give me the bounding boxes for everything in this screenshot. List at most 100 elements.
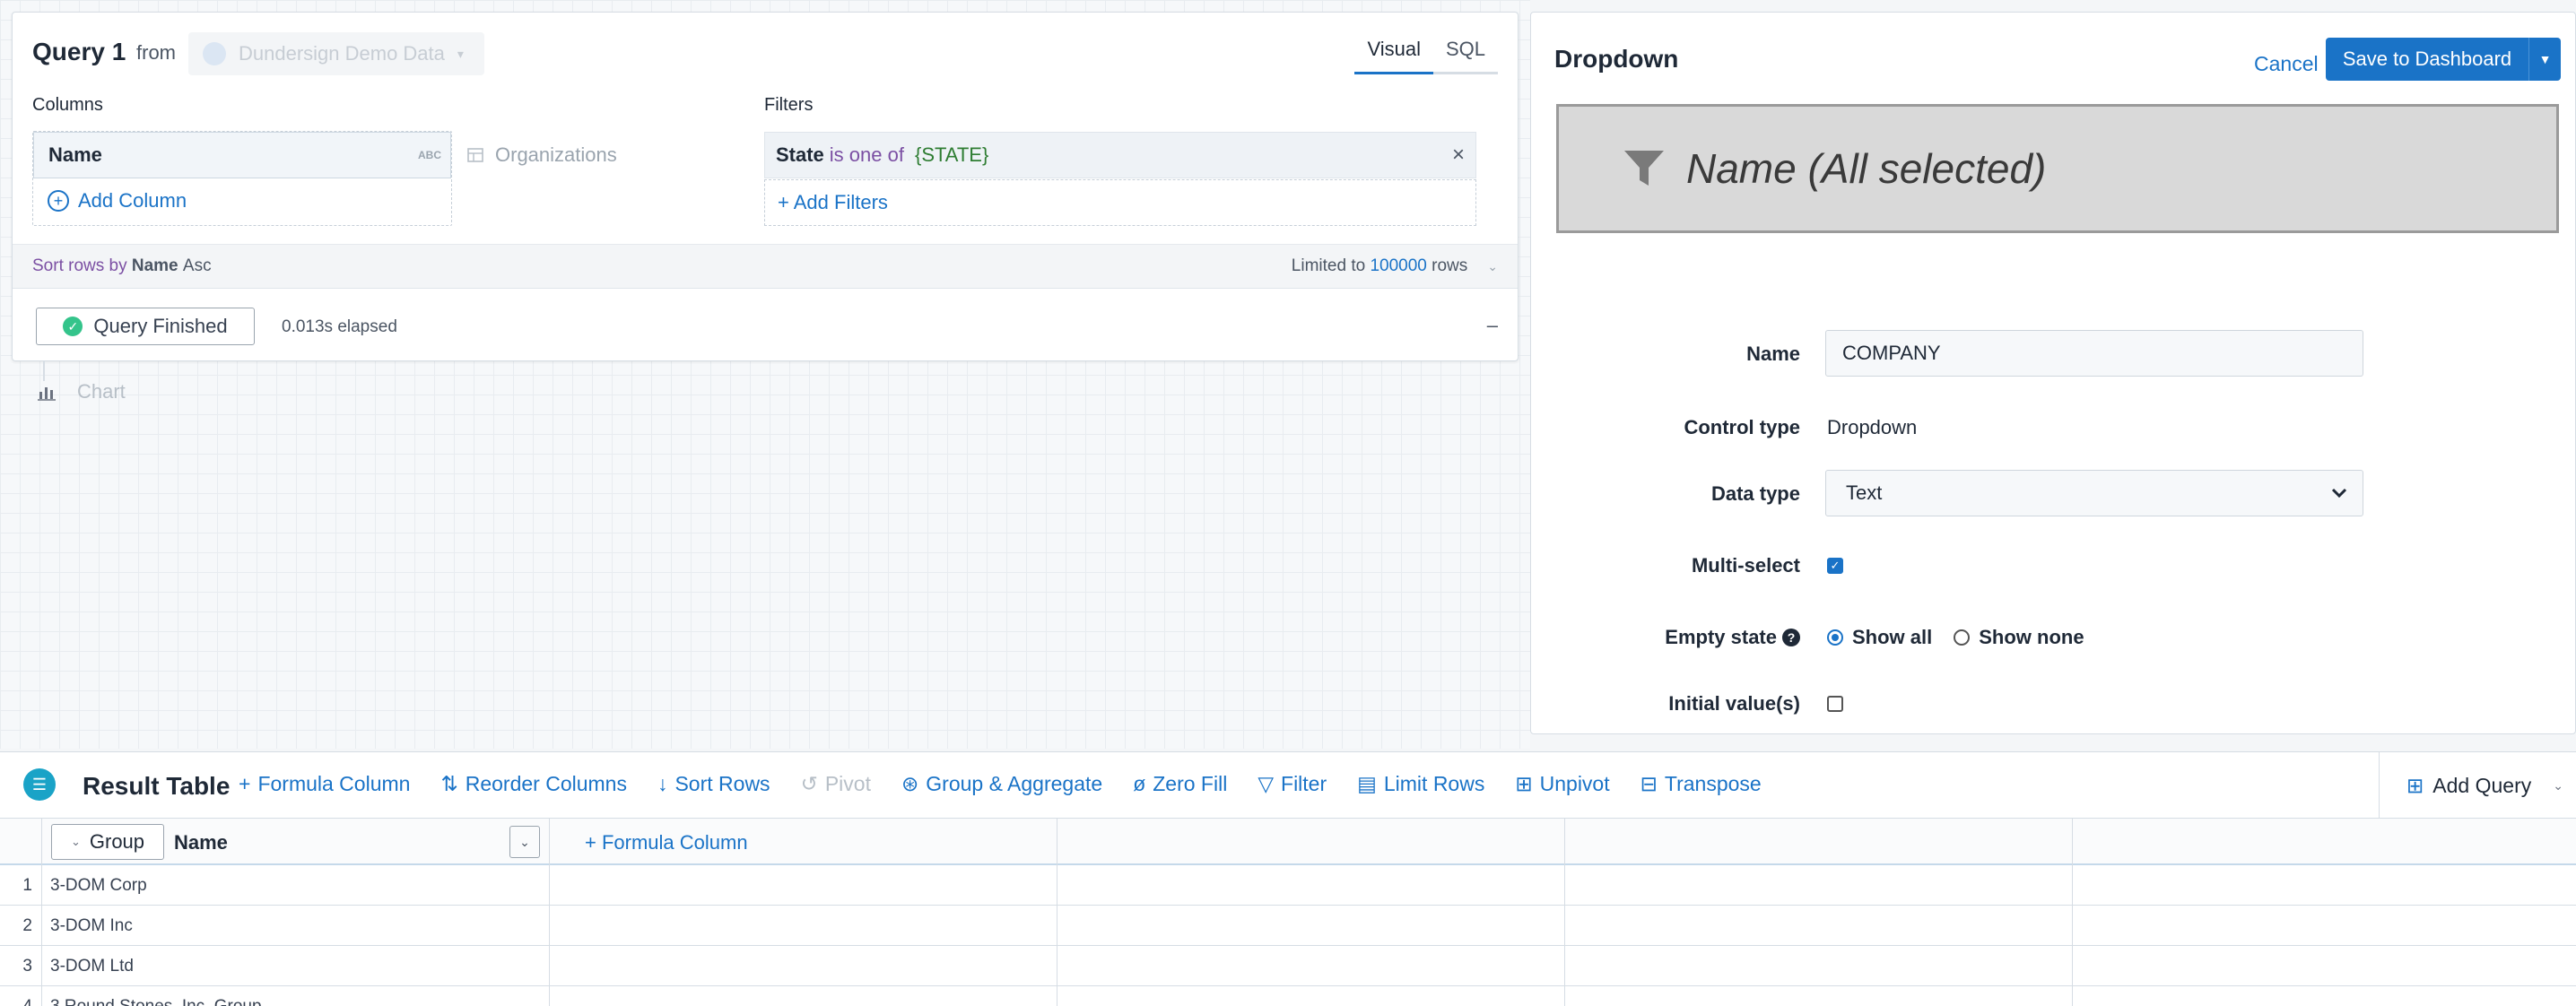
plus-icon: + — [239, 772, 251, 795]
formula-column-tool[interactable]: + Formula Column — [239, 772, 410, 796]
show-all-label[interactable]: Show all — [1852, 626, 1932, 649]
reorder-columns-tool[interactable]: ⇅ Reorder Columns — [440, 772, 627, 796]
query-card: Query 1 from Dundersign Demo Data ▾ Visu… — [12, 12, 1519, 361]
column-menu-button[interactable]: ⌄ — [509, 826, 540, 858]
add-column-button[interactable]: + Add Column — [48, 189, 187, 212]
row-limit[interactable]: Limited to 100000 rows — [1292, 256, 1467, 276]
row-number: 4 — [0, 997, 41, 1006]
show-none-label[interactable]: Show none — [1979, 626, 2084, 649]
column-chip-name[interactable]: Name ABC — [33, 132, 451, 178]
cancel-button[interactable]: Cancel — [2254, 52, 2319, 76]
column-header-name[interactable]: Name — [174, 831, 228, 854]
grid-header — [0, 819, 2576, 865]
query-status-label: Query Finished — [93, 315, 228, 337]
unpivot-tool[interactable]: ⊞ Unpivot — [1515, 772, 1609, 796]
columns-icon: ⇅ — [440, 772, 458, 795]
tool-label: Filter — [1281, 772, 1327, 795]
query-status-button[interactable]: ✓ Query Finished — [36, 308, 255, 345]
header-formula-column-button[interactable]: + Formula Column — [585, 831, 748, 854]
unpivot-icon: ⊞ — [1515, 772, 1533, 795]
pivot-icon: ↺ — [800, 772, 818, 795]
zero-fill-icon: ø — [1133, 772, 1146, 795]
query-from-label: from — [136, 41, 176, 64]
transpose-icon: ⊟ — [1640, 772, 1658, 795]
transpose-tool[interactable]: ⊟ Transpose — [1640, 772, 1762, 796]
tool-label: Pivot — [824, 772, 871, 795]
table-name: Organizations — [495, 143, 617, 166]
result-table-icon: ☰ — [23, 768, 56, 801]
zero-fill-tool[interactable]: ø Zero Fill — [1133, 772, 1227, 796]
data-type-select[interactable]: Text — [1825, 470, 2363, 516]
help-icon[interactable]: ? — [1782, 629, 1800, 646]
control-preview[interactable]: Name (All selected) — [1556, 104, 2559, 233]
limit-rows-tool[interactable]: ▤ Limit Rows — [1357, 772, 1484, 796]
collapse-icon[interactable]: – — [1487, 314, 1498, 337]
save-to-dashboard-button[interactable]: Save to Dashboard ▼ — [2326, 38, 2561, 81]
sort-direction[interactable]: Asc — [183, 256, 212, 276]
add-filters-button[interactable]: + Add Filters — [764, 179, 1476, 226]
chevron-down-icon: ▾ — [457, 46, 464, 61]
name-label: Name — [1746, 343, 1800, 365]
chart-node[interactable]: Chart — [38, 380, 126, 403]
pivot-tool[interactable]: ↺ Pivot — [801, 772, 871, 796]
group-button[interactable]: ⌄ Group — [51, 824, 164, 860]
add-query-icon: ⊞ — [2406, 773, 2424, 797]
control-type-label: Control type — [1684, 416, 1800, 438]
plus-circle-icon: + — [48, 190, 69, 212]
tool-label: Reorder Columns — [465, 772, 627, 795]
table-row[interactable]: 1 3-DOM Corp — [0, 865, 2576, 906]
filters-label: Filters — [764, 95, 814, 115]
data-source-name: Dundersign Demo Data — [239, 42, 445, 65]
cell-name[interactable]: 3 Round Stones, Inc. Group — [50, 997, 262, 1006]
tab-visual[interactable]: Visual — [1354, 34, 1433, 74]
show-none-radio[interactable] — [1954, 629, 1971, 646]
filter-field: State — [776, 143, 824, 166]
cell-name[interactable]: 3-DOM Corp — [50, 876, 147, 896]
cell-name[interactable]: 3-DOM Inc — [50, 916, 133, 936]
row-number: 3 — [22, 957, 32, 976]
connector-line — [43, 361, 45, 381]
save-label: Save to Dashboard — [2342, 48, 2512, 70]
sort-field[interactable]: Name — [132, 256, 178, 276]
tab-sql[interactable]: SQL — [1432, 34, 1498, 74]
chevron-down-icon[interactable]: ▼ — [2528, 38, 2561, 81]
data-type-label: Data type — [1710, 482, 1800, 505]
chevron-down-icon[interactable]: ⌄ — [1487, 259, 1498, 274]
filter-chip-state[interactable]: State is one of {STATE} × — [764, 132, 1476, 178]
initial-values-checkbox[interactable] — [1827, 696, 1843, 712]
multi-select-checkbox[interactable]: ✓ — [1827, 558, 1843, 574]
filter-tool[interactable]: ▽ Filter — [1258, 772, 1327, 796]
chevron-down-icon: ⌄ — [2553, 777, 2563, 793]
table-row[interactable]: 4 3 Round Stones, Inc. Group — [0, 986, 2576, 1006]
limit-suffix: rows — [1432, 256, 1468, 275]
filter-operator: is one of — [829, 143, 904, 166]
add-query-button[interactable]: ⊞ Add Query ⌄ — [2379, 752, 2576, 819]
text-type-icon: ABC — [418, 149, 441, 161]
result-table-area: ☰ Result Table + Formula Column ⇅ Reorder … — [0, 751, 2576, 1006]
close-icon[interactable]: × — [1452, 143, 1465, 168]
sort-prefix: Sort rows by — [32, 256, 127, 275]
add-query-label: Add Query — [2432, 773, 2532, 797]
row-number: 1 — [22, 876, 32, 895]
group-label: Group — [89, 830, 145, 853]
database-icon — [203, 42, 226, 65]
table-row[interactable]: 2 3-DOM Inc — [0, 906, 2576, 946]
bar-chart-icon — [38, 387, 56, 401]
show-all-radio[interactable] — [1827, 629, 1843, 646]
table-row[interactable]: 3 3-DOM Ltd — [0, 946, 2576, 986]
columns-box: Name ABC + Add Column — [32, 131, 452, 226]
query-title[interactable]: Query 1 — [32, 38, 126, 66]
add-column-label: Add Column — [78, 189, 187, 212]
tool-label: Group & Aggregate — [926, 772, 1103, 795]
empty-state-label: Empty state — [1665, 626, 1777, 648]
group-aggregate-tool[interactable]: ⊛ Group & Aggregate — [901, 772, 1102, 796]
empty-state-options: Show all Show none — [1827, 626, 2084, 649]
tool-label: Formula Column — [257, 772, 411, 795]
sort-bar: Sort rows by Name Asc Limited to 100000 … — [13, 244, 1518, 289]
table-organizations[interactable]: Organizations — [466, 143, 617, 167]
data-source-select[interactable]: Dundersign Demo Data ▾ — [188, 32, 484, 75]
name-input[interactable]: COMPANY — [1825, 330, 2363, 377]
table-icon — [467, 148, 483, 162]
sort-rows-tool[interactable]: ↓ Sort Rows — [657, 772, 770, 796]
cell-name[interactable]: 3-DOM Ltd — [50, 957, 134, 976]
